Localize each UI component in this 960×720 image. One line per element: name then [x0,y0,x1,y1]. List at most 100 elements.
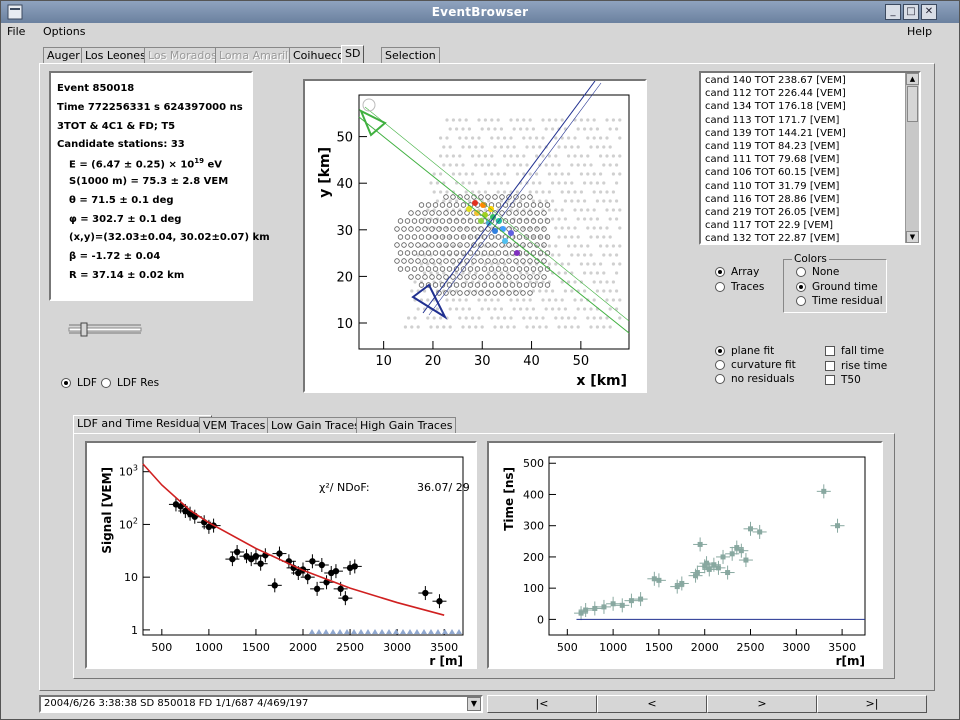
station-list-item[interactable]: cand 140 TOT 238.67 [VEM] [705,75,846,86]
station-list-item[interactable]: cand 106 TOT 60.15 [VEM] [705,167,839,178]
radio-curvature-fit[interactable]: curvature fit [715,359,796,371]
menu-options[interactable]: Options [43,25,85,38]
array-bg-station [499,181,503,185]
data-point [697,541,703,547]
scroll-thumb [907,86,918,122]
array-bg-station [493,127,497,131]
array-bg-station [535,280,539,284]
event-id: Event 850018 [57,83,135,94]
array-bg-station [547,298,551,302]
tab-high-gain-traces[interactable]: High Gain Traces [356,417,457,433]
array-bg-station [592,316,596,320]
station-list-item[interactable]: cand 139 TOT 144.21 [VEM] [705,128,846,139]
data-point [821,488,827,494]
tab-sd[interactable]: SD [341,45,365,64]
array-bg-station [528,298,532,302]
array-bg-station [467,181,471,185]
array-bg-station [525,307,529,311]
tab-ldf-time-residuals[interactable]: LDF and Time Residuals [73,415,213,434]
radio-traces[interactable]: Traces [715,281,764,293]
minimize-icon[interactable]: _ [885,4,901,20]
array-bg-station [499,127,503,131]
tab-low-gain-traces[interactable]: Low Gain Traces [267,417,364,433]
tab-auger[interactable]: Auger [43,47,84,63]
array-bg-station [602,163,606,167]
station-list-item[interactable]: cand 112 TOT 226.44 [VEM] [705,88,846,99]
tab-selection[interactable]: Selection [381,47,440,63]
next-event-button[interactable]: > [707,695,817,713]
array-bg-station [560,172,564,176]
ldf-plot-canvas[interactable]: 500 1000 1500 2000 2500 3000 3500 1 10 102 103 r [m… [85,441,477,669]
radio-color-time-residual[interactable]: Time residual [796,295,883,307]
station-list-item[interactable]: cand 116 TOT 28.86 [VEM] [705,194,839,205]
array-bg-station [544,289,548,293]
array-bg-station [467,199,471,203]
array-bg-station [448,163,452,167]
station-list-item[interactable]: cand 111 TOT 79.68 [VEM] [705,154,839,165]
array-bg-station [528,136,532,140]
array-bg-station [483,298,487,302]
radio-plane-fit[interactable]: plane fit [715,345,774,357]
array-bg-station [557,271,561,275]
station-list-item[interactable]: cand 110 TOT 31.79 [VEM] [705,181,839,192]
s1000: S(1000 m) = 75.3 ± 2.8 VEM [69,176,229,187]
array-bg-station [471,172,475,176]
prev-event-button[interactable]: < [597,695,707,713]
x-axis-label: r[m] [836,654,865,667]
check-rise-time[interactable]: rise time [825,360,887,372]
station-list-item[interactable]: cand 134 TOT 176.18 [VEM] [705,101,846,112]
slider[interactable] [67,319,143,341]
array-bg-station [477,136,481,140]
station-list-item[interactable]: cand 219 TOT 26.05 [VEM] [705,207,839,218]
radio-no-residuals[interactable]: no residuals [715,373,795,385]
array-bg-station [615,271,619,275]
data-point [748,526,754,532]
radio-array[interactable]: Array [715,266,759,278]
array-bg-station [435,181,439,185]
station-list-item[interactable]: cand 113 TOT 171.7 [VEM] [705,115,839,126]
chevron-down-icon[interactable]: ▼ [467,697,481,711]
station-list-scrollbar[interactable]: ▲ ▼ [905,73,919,243]
check-t50[interactable]: T50 [825,374,861,386]
maximize-icon[interactable]: □ [903,4,919,20]
array-plot-canvas[interactable]: 10 20 30 40 50 10 20 30 40 50 x [km] y [km] [303,79,647,393]
close-icon[interactable]: ✕ [921,4,937,20]
window-menu-icon[interactable] [7,4,23,20]
radio-color-none[interactable]: None [796,266,839,278]
array-bg-station [611,118,615,122]
array-bg-station [608,235,612,239]
tab-coihueco[interactable]: Coihueco [289,47,348,63]
first-event-button[interactable]: |< [487,695,597,713]
radio-ldf-res[interactable]: LDF Res [101,377,159,389]
radio-color-ground-time[interactable]: Ground time [796,281,878,293]
tab-vem-traces[interactable]: VEM Traces [199,417,270,433]
array-bg-station [608,253,612,257]
station-list-item[interactable]: cand 117 TOT 22.9 [VEM] [705,220,833,231]
array-bg-station [480,307,484,311]
station-list[interactable]: cand 140 TOT 238.67 [VEM] cand 112 TOT 22… [699,71,921,245]
check-fall-time[interactable]: fall time [825,345,884,357]
radio-ldf[interactable]: LDF [61,377,97,389]
array-bg-station [551,181,555,185]
menu-help[interactable]: Help [907,25,932,38]
time-plot-canvas[interactable]: 500 1000 1500 2000 2500 3000 3500 0 100 200 300 400… [487,441,883,669]
array-bg-station [448,325,452,329]
array-bg-station [448,307,452,311]
array-bg-station [439,172,443,176]
hit-station [478,218,484,224]
event-selector[interactable]: 2004/6/26 3:38:38 SD 850018 FD 1/1/687 4… [39,695,483,713]
array-bg-station [567,316,571,320]
last-event-button[interactable]: >| [817,695,927,713]
tab-los-leones[interactable]: Los Leones [81,47,150,63]
menu-file[interactable]: File [7,25,25,38]
station-list-item[interactable]: cand 119 TOT 84.23 [VEM] [705,141,839,152]
array-bg-station [544,307,548,311]
array-bg-station [554,298,558,302]
array-bg-station [496,172,500,176]
array-bg-station [547,208,551,212]
array-bg-station [599,226,603,230]
title-bar[interactable]: EventBrowser _ □ ✕ [1,1,959,23]
window-title: EventBrowser [431,5,529,19]
station-list-item[interactable]: cand 132 TOT 22.87 [VEM] [705,233,839,243]
array-bg-station [474,181,478,185]
